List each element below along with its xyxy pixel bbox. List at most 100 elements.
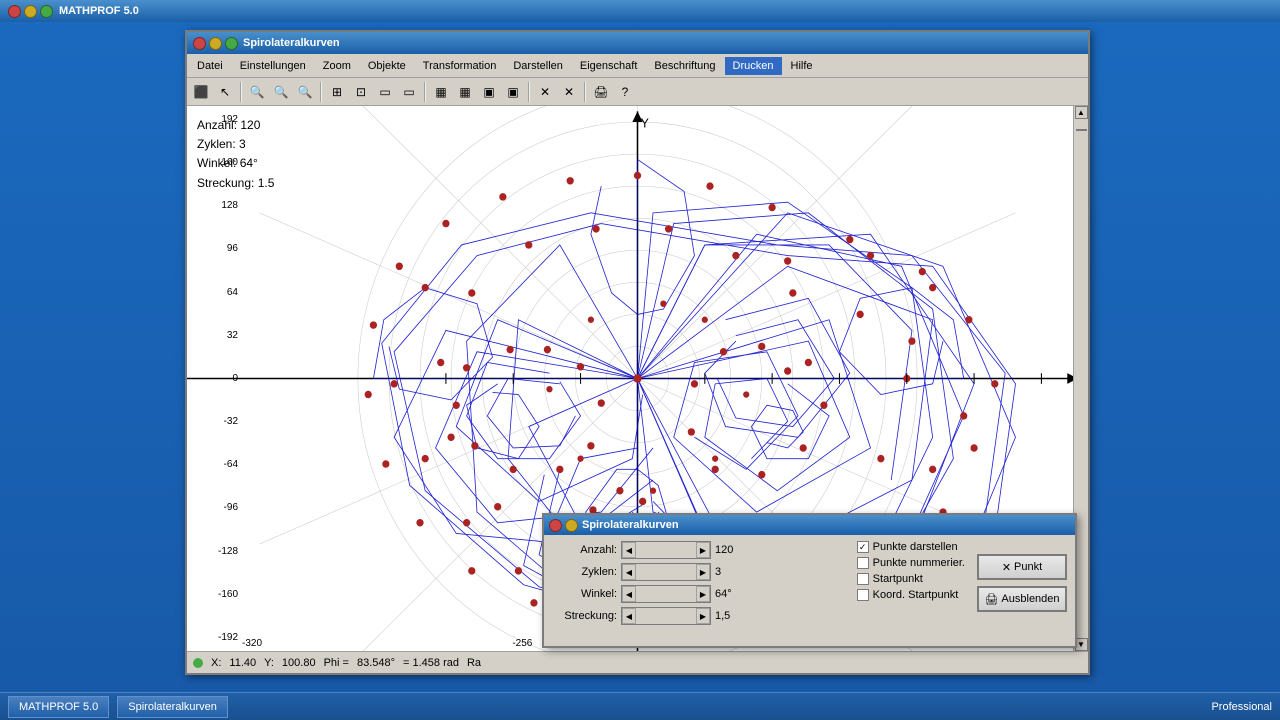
- status-indicator: [193, 658, 203, 668]
- ausblenden-button[interactable]: 🖨 Ausblenden: [977, 586, 1067, 612]
- menu-datei[interactable]: Datei: [189, 57, 231, 75]
- menu-zoom[interactable]: Zoom: [315, 57, 359, 75]
- checkbox-startpunkt: Startpunkt: [857, 573, 965, 585]
- zyklen-decrease[interactable]: ◀: [622, 564, 636, 580]
- status-y-label: Y:: [264, 657, 274, 669]
- menu-objekte[interactable]: Objekte: [360, 57, 414, 75]
- toolbar-cursor-btn[interactable]: ↖: [214, 81, 236, 103]
- checkbox-koord-startpunkt: Koord. Startpunkt: [857, 589, 965, 601]
- checkbox-punkte-nummerier: Punkte nummerier.: [857, 557, 965, 569]
- toolbar-sep-2: [320, 82, 322, 102]
- outer-titlebar: MATHPROF 5.0: [0, 0, 1280, 22]
- params-body: Anzahl: ◀ ▶ 120 Zyklen: ◀: [544, 535, 1075, 631]
- status-phi-value: 83.548°: [357, 657, 395, 669]
- params-min-btn[interactable]: [565, 519, 578, 532]
- param-slider-winkel[interactable]: ◀ ▶: [621, 585, 711, 603]
- toolbar-axes-btn[interactable]: ⊡: [350, 81, 372, 103]
- menu-beschriftung[interactable]: Beschriftung: [646, 57, 723, 75]
- params-checkboxes: Punkte darstellen Punkte nummerier. Star…: [851, 541, 965, 625]
- menu-einstellungen[interactable]: Einstellungen: [232, 57, 314, 75]
- toolbar-mode-btn[interactable]: ⬛: [190, 81, 212, 103]
- status-y-value: 100.80: [282, 657, 316, 669]
- toolbar-grid-btn[interactable]: ⊞: [326, 81, 348, 103]
- maximize-btn-outer[interactable]: [40, 5, 53, 18]
- anzahl-track[interactable]: [636, 542, 696, 558]
- cb-label-punkte-nummerier: Punkte nummerier.: [873, 557, 965, 569]
- zyklen-increase[interactable]: ▶: [696, 564, 710, 580]
- toolbar-cross-btn[interactable]: ✕: [534, 81, 556, 103]
- params-dialog-title: Spirolateralkurven: [582, 519, 679, 531]
- minimize-btn-outer[interactable]: [24, 5, 37, 18]
- menu-transformation[interactable]: Transformation: [415, 57, 505, 75]
- streckung-value: 1.5: [258, 176, 275, 190]
- param-label-winkel: Winkel:: [552, 588, 617, 600]
- maximize-btn-inner[interactable]: [225, 37, 238, 50]
- cb-koord-startpunkt[interactable]: [857, 589, 869, 601]
- statusbar: X: 11.40 Y: 100.80 Phi = 83.548° = 1.458…: [187, 651, 1088, 673]
- cb-startpunkt[interactable]: [857, 573, 869, 585]
- param-label-zyklen: Zyklen:: [552, 566, 617, 578]
- param-slider-anzahl[interactable]: ◀ ▶: [621, 541, 711, 559]
- param-value-anzahl: 120: [715, 544, 745, 556]
- scroll-up-arrow[interactable]: ▲: [1075, 106, 1088, 119]
- streckung-label: Streckung:: [197, 176, 254, 190]
- winkel-increase[interactable]: ▶: [696, 586, 710, 602]
- cb-punkte-darstellen[interactable]: [857, 541, 869, 553]
- taskbar-mathprof[interactable]: MATHPROF 5.0: [8, 696, 109, 718]
- punkt-icon: ✕: [1002, 561, 1011, 574]
- toolbar-box1-btn[interactable]: ▭: [374, 81, 396, 103]
- inner-window-title: Spirolateralkurven: [243, 37, 340, 49]
- toolbar-tbl2-btn[interactable]: ▦: [454, 81, 476, 103]
- close-btn-inner[interactable]: [193, 37, 206, 50]
- param-slider-streckung[interactable]: ◀ ▶: [621, 607, 711, 625]
- param-row-winkel: Winkel: ◀ ▶ 64°: [552, 585, 843, 603]
- ausblenden-icon: 🖨: [984, 593, 998, 606]
- streckung-increase[interactable]: ▶: [696, 608, 710, 624]
- status-ra-label: Ra: [467, 657, 481, 669]
- zyklen-value: 3: [239, 137, 246, 151]
- menu-hilfe[interactable]: Hilfe: [783, 57, 821, 75]
- toolbar-box2-btn[interactable]: ▭: [398, 81, 420, 103]
- toolbar-zoom-in-btn[interactable]: 🔍: [270, 81, 292, 103]
- param-value-streckung: 1,5: [715, 610, 745, 622]
- taskbar-spirolateral[interactable]: Spirolateralkurven: [117, 696, 228, 718]
- param-slider-zyklen[interactable]: ◀ ▶: [621, 563, 711, 581]
- param-value-winkel: 64°: [715, 588, 745, 600]
- zyklen-track[interactable]: [636, 564, 696, 580]
- cb-label-koord-startpunkt: Koord. Startpunkt: [873, 589, 959, 601]
- inner-titlebar: Spirolateralkurven: [187, 32, 1088, 54]
- close-btn-outer[interactable]: [8, 5, 21, 18]
- toolbar-print-btn[interactable]: 🖨: [590, 81, 612, 103]
- winkel-track[interactable]: [636, 586, 696, 602]
- streckung-track[interactable]: [636, 608, 696, 624]
- toolbar-x-btn[interactable]: ✕: [558, 81, 580, 103]
- winkel-decrease[interactable]: ◀: [622, 586, 636, 602]
- menu-darstellen[interactable]: Darstellen: [505, 57, 571, 75]
- anzahl-label: Anzahl:: [197, 118, 237, 132]
- toolbar-frame2-btn[interactable]: ▣: [502, 81, 524, 103]
- toolbar-frame1-btn[interactable]: ▣: [478, 81, 500, 103]
- winkel-label: Winkel:: [197, 156, 236, 170]
- params-titlebar: Spirolateralkurven: [544, 515, 1075, 535]
- anzahl-decrease[interactable]: ◀: [622, 542, 636, 558]
- ausblenden-label: Ausblenden: [1001, 593, 1059, 605]
- cb-punkte-nummerier[interactable]: [857, 557, 869, 569]
- toolbar-help-btn[interactable]: ?: [614, 81, 636, 103]
- toolbar-zoom-fit-btn[interactable]: 🔍: [294, 81, 316, 103]
- params-window-controls: [549, 519, 578, 532]
- streckung-decrease[interactable]: ◀: [622, 608, 636, 624]
- menu-eigenschaft[interactable]: Eigenschaft: [572, 57, 645, 75]
- punkt-button[interactable]: ✕ Punkt: [977, 554, 1067, 580]
- graph-info: Anzahl: 120 Zyklen: 3 Winkel: 64° Streck…: [197, 116, 274, 193]
- toolbar-zoom-out-btn[interactable]: 🔍: [246, 81, 268, 103]
- anzahl-increase[interactable]: ▶: [696, 542, 710, 558]
- toolbar-tbl-btn[interactable]: ▦: [430, 81, 452, 103]
- status-x-value: 11.40: [229, 657, 256, 669]
- scroll-thumb[interactable]: [1076, 129, 1087, 131]
- outer-window: MATHPROF 5.0 Spirolateralkurven Datei Ei…: [0, 0, 1280, 720]
- cb-label-startpunkt: Startpunkt: [873, 573, 923, 585]
- minimize-btn-inner[interactable]: [209, 37, 222, 50]
- params-close-btn[interactable]: [549, 519, 562, 532]
- inner-window: Spirolateralkurven Datei Einstellungen Z…: [185, 30, 1090, 675]
- menu-drucken[interactable]: Drucken: [725, 57, 782, 75]
